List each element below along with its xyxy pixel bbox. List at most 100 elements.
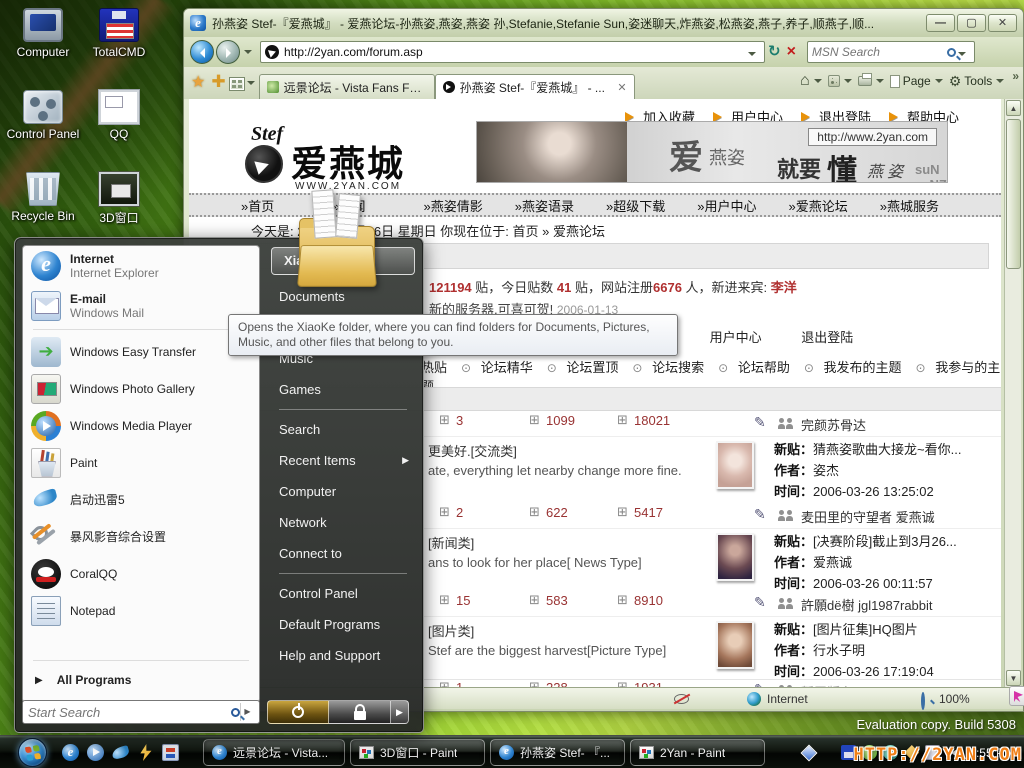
phishing-filter-icon[interactable] [674, 694, 689, 704]
print-dropdown-icon[interactable] [876, 79, 884, 87]
close-button[interactable]: ✕ [988, 14, 1017, 32]
toolbar-digest[interactable]: 论坛精华 [481, 360, 533, 375]
maximize-button[interactable]: ▢ [957, 14, 986, 32]
last-post-title[interactable]: [图片征集]HQ图片 [813, 622, 918, 637]
tools-menu[interactable]: ⚙ Tools [949, 73, 993, 90]
start-item-coralqq[interactable]: CoralQQ [23, 555, 259, 592]
print-icon[interactable] [858, 76, 872, 86]
stop-button[interactable]: × [787, 41, 796, 63]
page-dropdown-icon[interactable] [935, 79, 943, 87]
shutdown-options-button[interactable]: ▶ [391, 700, 409, 724]
nav-services[interactable]: »燕城服务 [880, 196, 971, 215]
moderator-name[interactable]: 許願dë樹 jgl1987rabbit [801, 595, 933, 614]
start-item-control-panel[interactable]: Control Panel [267, 578, 419, 609]
vertical-scrollbar[interactable]: ▲ ▼ [1004, 99, 1021, 687]
start-item-easy-transfer[interactable]: Windows Easy Transfer [23, 333, 259, 370]
start-item-default-programs[interactable]: Default Programs [267, 609, 419, 640]
quicklaunch-media-player-icon[interactable] [87, 744, 104, 761]
start-item-games[interactable]: Games [267, 374, 419, 405]
login-user-center[interactable]: 用户中心 [710, 330, 762, 345]
login-logout[interactable]: 退出登陆 [801, 330, 853, 345]
address-input[interactable] [284, 45, 746, 59]
home-dropdown-icon[interactable] [814, 79, 822, 87]
forward-button[interactable] [216, 40, 240, 64]
start-item-notepad[interactable]: Notepad [23, 592, 259, 629]
toolbar-my-topics[interactable]: 我发布的主题 [824, 360, 902, 375]
nav-downloads[interactable]: »超级下载 [606, 196, 697, 215]
tab-vista-forum[interactable]: 远景论坛 - Vista Fans Forum -... [259, 74, 435, 99]
moderator-name[interactable]: 麦田里的守望者 爱燕诚 [801, 507, 935, 526]
last-post-title[interactable]: 猜燕姿歌曲大接龙~看你... [813, 442, 961, 457]
start-item-photo-gallery[interactable]: Windows Photo Gallery [23, 370, 259, 407]
tab-list-dropdown-icon[interactable] [247, 81, 255, 89]
overflow-chevron-icon[interactable]: » [1012, 67, 1019, 83]
start-button[interactable] [18, 738, 47, 767]
board-title-fragment[interactable]: [图片类] [428, 621, 474, 640]
tray-diamond-icon[interactable] [801, 744, 818, 761]
board-title-fragment[interactable]: [新闻类] [428, 533, 474, 552]
start-item-media-player[interactable]: Windows Media Player [23, 407, 259, 444]
desktop-icon-totalcmd[interactable]: TotalCMD [76, 8, 162, 59]
taskbar-button-3d-paint[interactable]: 3D窗口 - Paint [350, 739, 485, 766]
search-icon[interactable] [947, 48, 956, 57]
last-post-author[interactable]: 爱燕诚 [813, 555, 852, 570]
toolbar-top[interactable]: 论坛置顶 [566, 360, 618, 375]
quick-tabs-icon[interactable] [229, 77, 245, 91]
moderator-name[interactable]: 完颜苏骨达 [801, 415, 866, 434]
page-menu[interactable]: Page [890, 74, 931, 88]
minimize-button[interactable]: — [926, 14, 955, 32]
start-item-help-support[interactable]: Help and Support [267, 640, 419, 671]
scrollbar-thumb[interactable] [1006, 119, 1021, 269]
feeds-icon[interactable] [828, 75, 840, 87]
quicklaunch-window-icon[interactable] [162, 744, 179, 761]
last-post-title[interactable]: [决赛阶段]截止到3月26... [813, 534, 957, 549]
favorites-center-icon[interactable]: ★ [191, 72, 205, 92]
start-item-thunder[interactable]: 启动迅雷5 [23, 481, 259, 518]
start-search-input[interactable] [28, 705, 231, 720]
address-bar[interactable] [260, 41, 765, 63]
refresh-button[interactable]: ↻ [768, 41, 781, 63]
start-item-recent-items[interactable]: Recent Items▶ [267, 445, 419, 476]
site-logo-icon[interactable] [245, 145, 283, 183]
start-item-computer[interactable]: Computer [267, 476, 419, 507]
title-bar[interactable]: 孙燕姿 Stef-『爱燕城』 - 爱燕论坛-孙燕姿,燕姿,燕姿 孙,Stefan… [184, 9, 1023, 37]
toolbar-help[interactable]: 论坛帮助 [738, 360, 790, 375]
stat-newest-member[interactable]: 李洋 [771, 280, 797, 295]
toolbar-hot[interactable]: 热贴 [421, 360, 447, 375]
last-post-author[interactable]: 行水子明 [813, 643, 865, 658]
tab-close-icon[interactable]: ✕ [617, 81, 626, 94]
nav-user-center[interactable]: »用户中心 [697, 196, 788, 215]
nav-photos[interactable]: »燕姿倩影 [424, 196, 515, 215]
start-item-connect-to[interactable]: Connect to [267, 538, 419, 569]
quicklaunch-lightning-icon[interactable] [137, 744, 154, 761]
start-item-network[interactable]: Network [267, 507, 419, 538]
scroll-down-icon[interactable]: ▼ [1006, 670, 1021, 686]
lock-button[interactable] [329, 700, 391, 724]
nav-quotes[interactable]: »燕姿语录 [515, 196, 606, 215]
start-item-paint[interactable]: Paint [23, 444, 259, 481]
search-input[interactable] [812, 45, 947, 59]
power-button[interactable] [267, 700, 329, 724]
history-dropdown-icon[interactable] [244, 50, 252, 58]
scroll-up-icon[interactable]: ▲ [1006, 100, 1021, 116]
board-title-fragment[interactable]: 更美好.[交流类] [428, 441, 517, 460]
desktop-icon-computer[interactable]: Computer [0, 8, 86, 59]
search-box[interactable] [807, 41, 975, 63]
taskbar-button-2yan-ie[interactable]: 孙燕姿 Stef- 『... [490, 739, 625, 766]
site-logo-name[interactable]: 爱燕城 [291, 135, 405, 187]
start-item-search[interactable]: Search [267, 414, 419, 445]
all-programs[interactable]: ▶ All Programs [23, 666, 259, 694]
desktop-icon-3d-window[interactable]: 3D窗口 [76, 172, 162, 226]
last-post-author[interactable]: 姿杰 [813, 463, 839, 478]
start-item-internet[interactable]: InternetInternet Explorer [23, 246, 259, 286]
tab-2yan-active[interactable]: 孙燕姿 Stef-『爱燕城』 - ... ✕ [435, 74, 635, 99]
home-icon[interactable]: ⌂ [800, 72, 810, 90]
quicklaunch-ie-icon[interactable] [62, 744, 79, 761]
header-banner[interactable]: 爱 燕姿 就要 懂 燕 姿 suN yaNZi http://www.2yan.… [476, 121, 948, 183]
tools-dropdown-icon[interactable] [996, 79, 1004, 87]
start-item-email[interactable]: E-mailWindows Mail [23, 286, 259, 326]
desktop-icon-qq[interactable]: QQ [76, 90, 162, 141]
start-item-storm-settings[interactable]: 暴风影音综合设置 [23, 518, 259, 555]
back-button[interactable] [190, 40, 214, 64]
taskbar-button-2yan-paint[interactable]: 2Yan - Paint [630, 739, 765, 766]
